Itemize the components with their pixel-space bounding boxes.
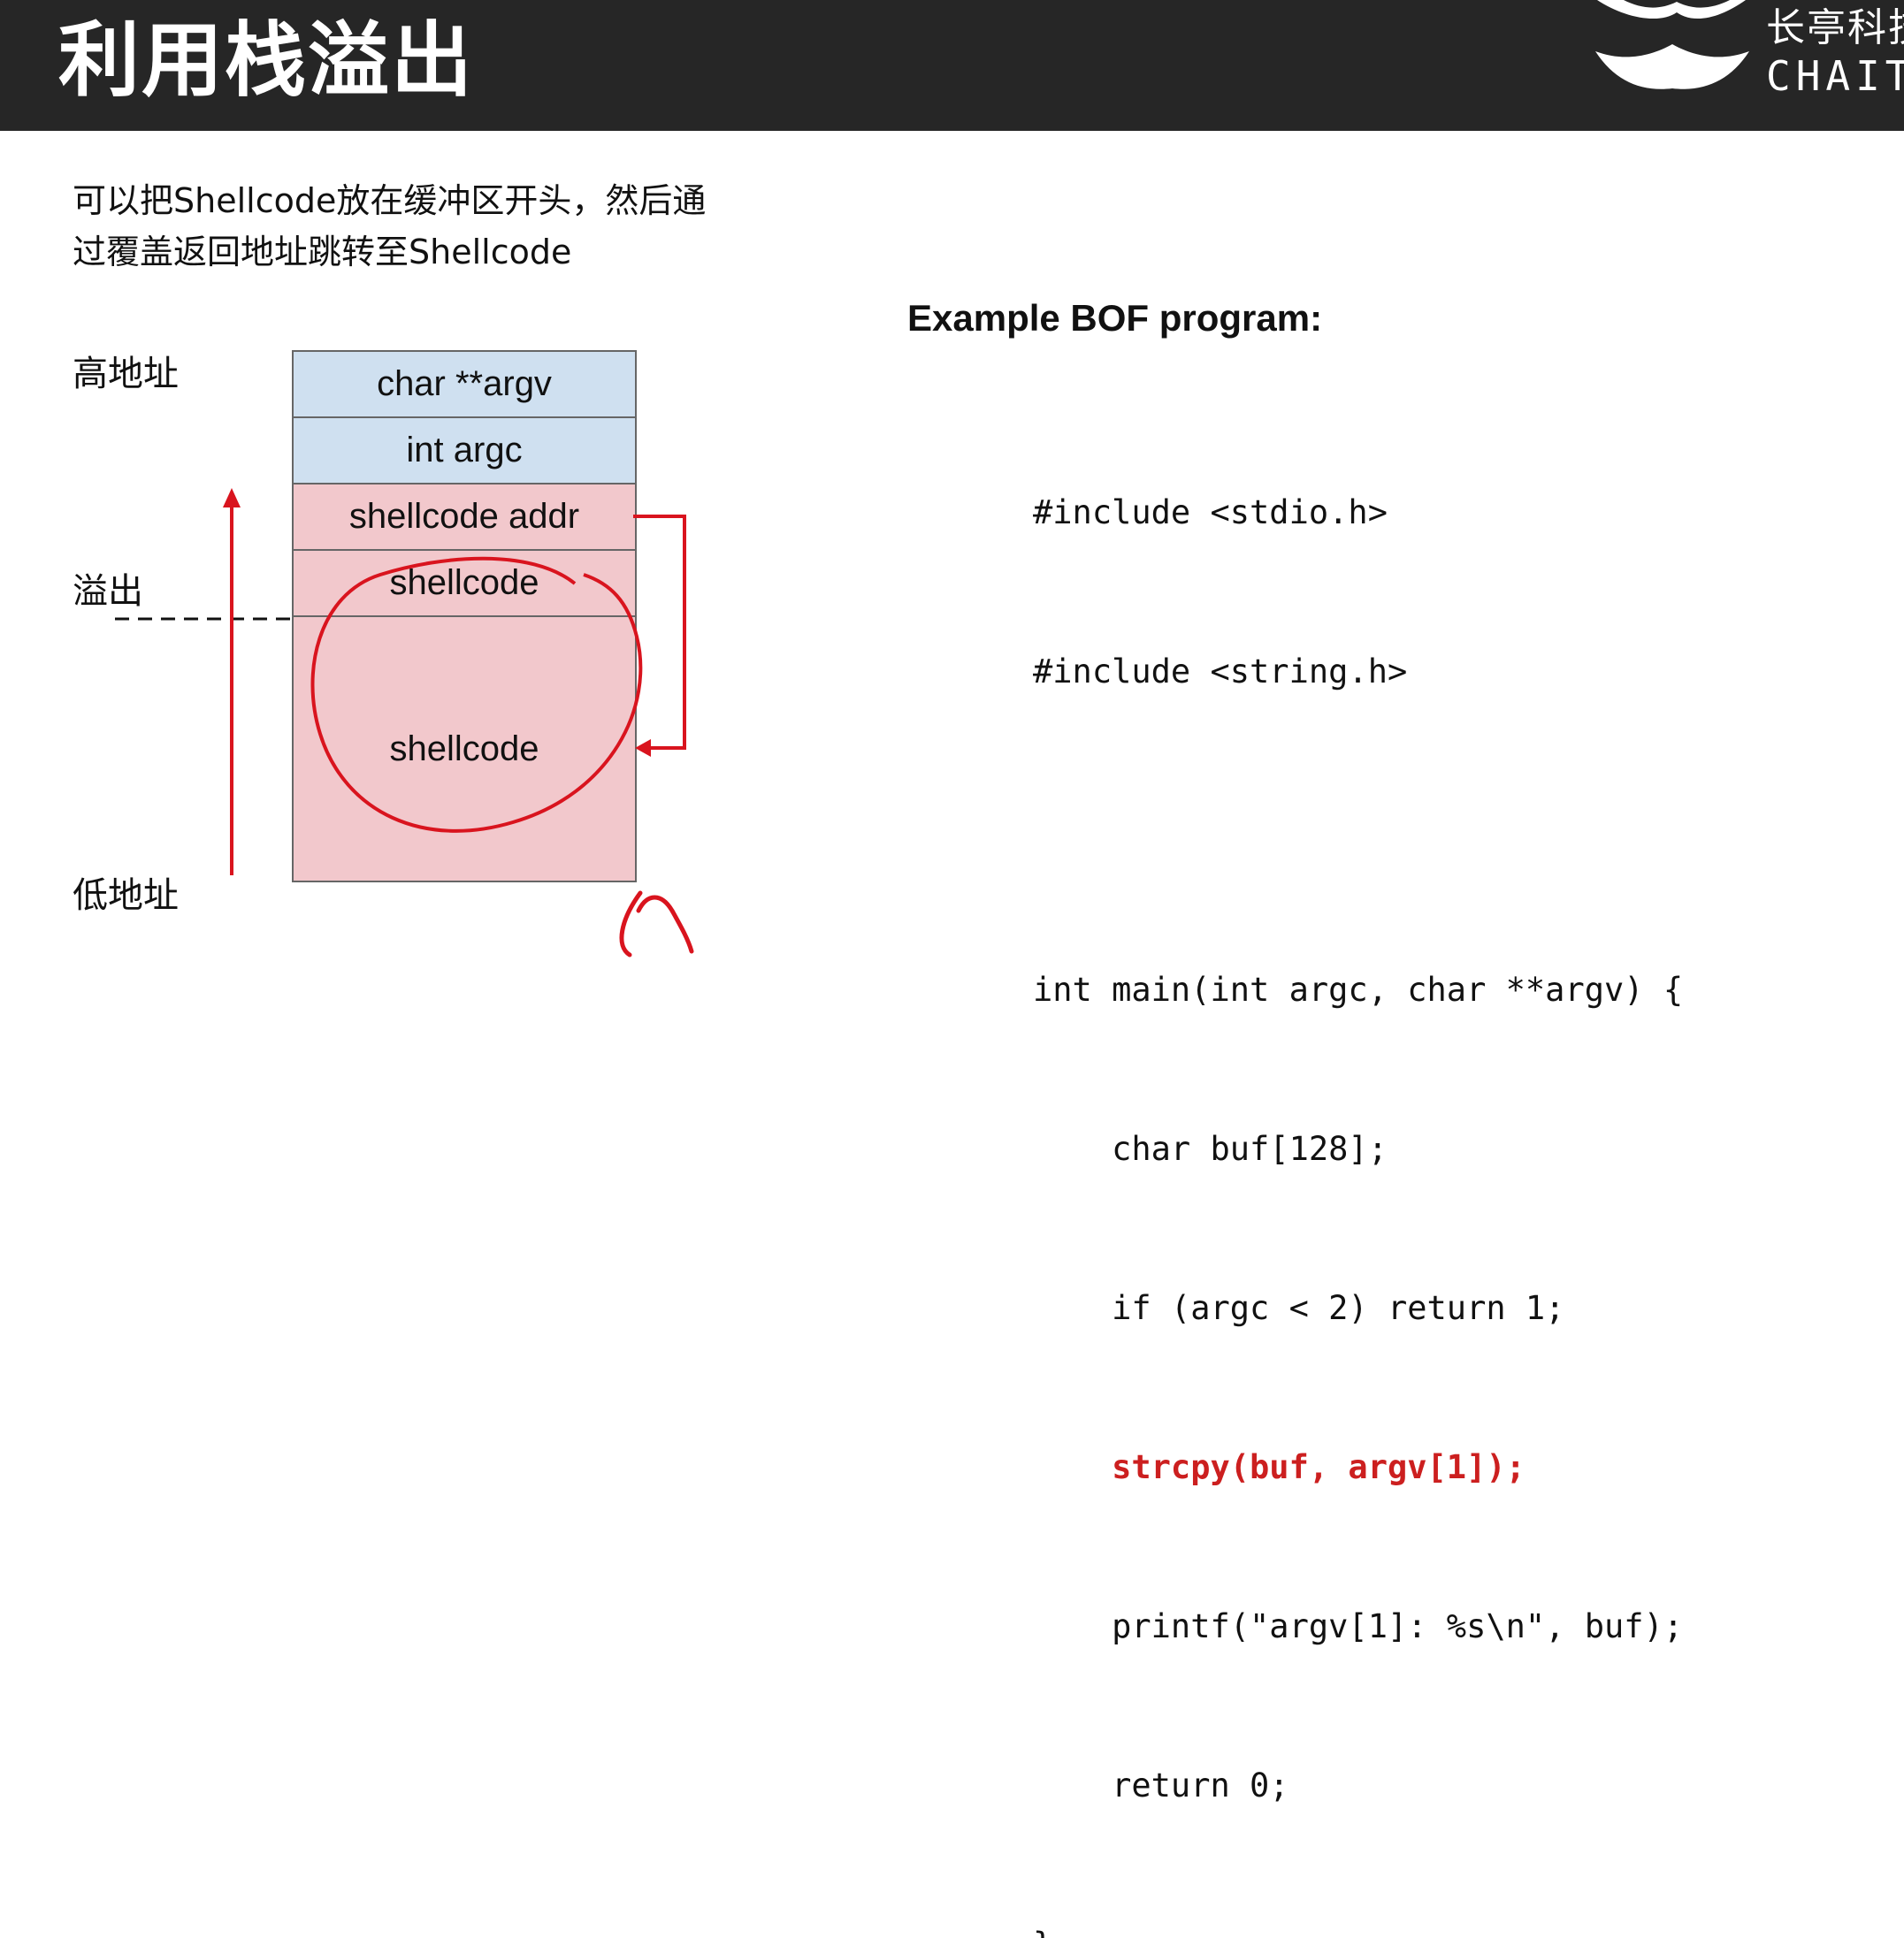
code-line: printf("argv[1]: %s\n", buf); xyxy=(1033,1607,1684,1645)
code-line: char buf[128]; xyxy=(1033,1130,1388,1168)
code-line: if (argc < 2) return 1; xyxy=(1033,1289,1565,1327)
code-line: #include <stdio.h> xyxy=(1033,493,1388,531)
code-line: } xyxy=(1033,1919,1683,1938)
code-block: #include <stdio.h> #include <string.h> i… xyxy=(1033,380,1683,1938)
jump-arrow-head-icon xyxy=(635,739,651,757)
overflow-arrow-head-icon xyxy=(223,488,241,507)
handwritten-scribble xyxy=(619,890,694,958)
code-line: return 0; xyxy=(1033,1766,1289,1804)
code-line: int main(int argc, char **argv) { xyxy=(1033,971,1684,1009)
code-line: #include <string.h> xyxy=(1033,652,1408,691)
code-line-highlighted-strcpy: strcpy(buf, argv[1]); xyxy=(1033,1448,1525,1486)
example-title: Example BOF program: xyxy=(907,297,1323,339)
jump-arrow xyxy=(633,515,686,750)
shellcode-circle-annotation xyxy=(310,556,643,833)
